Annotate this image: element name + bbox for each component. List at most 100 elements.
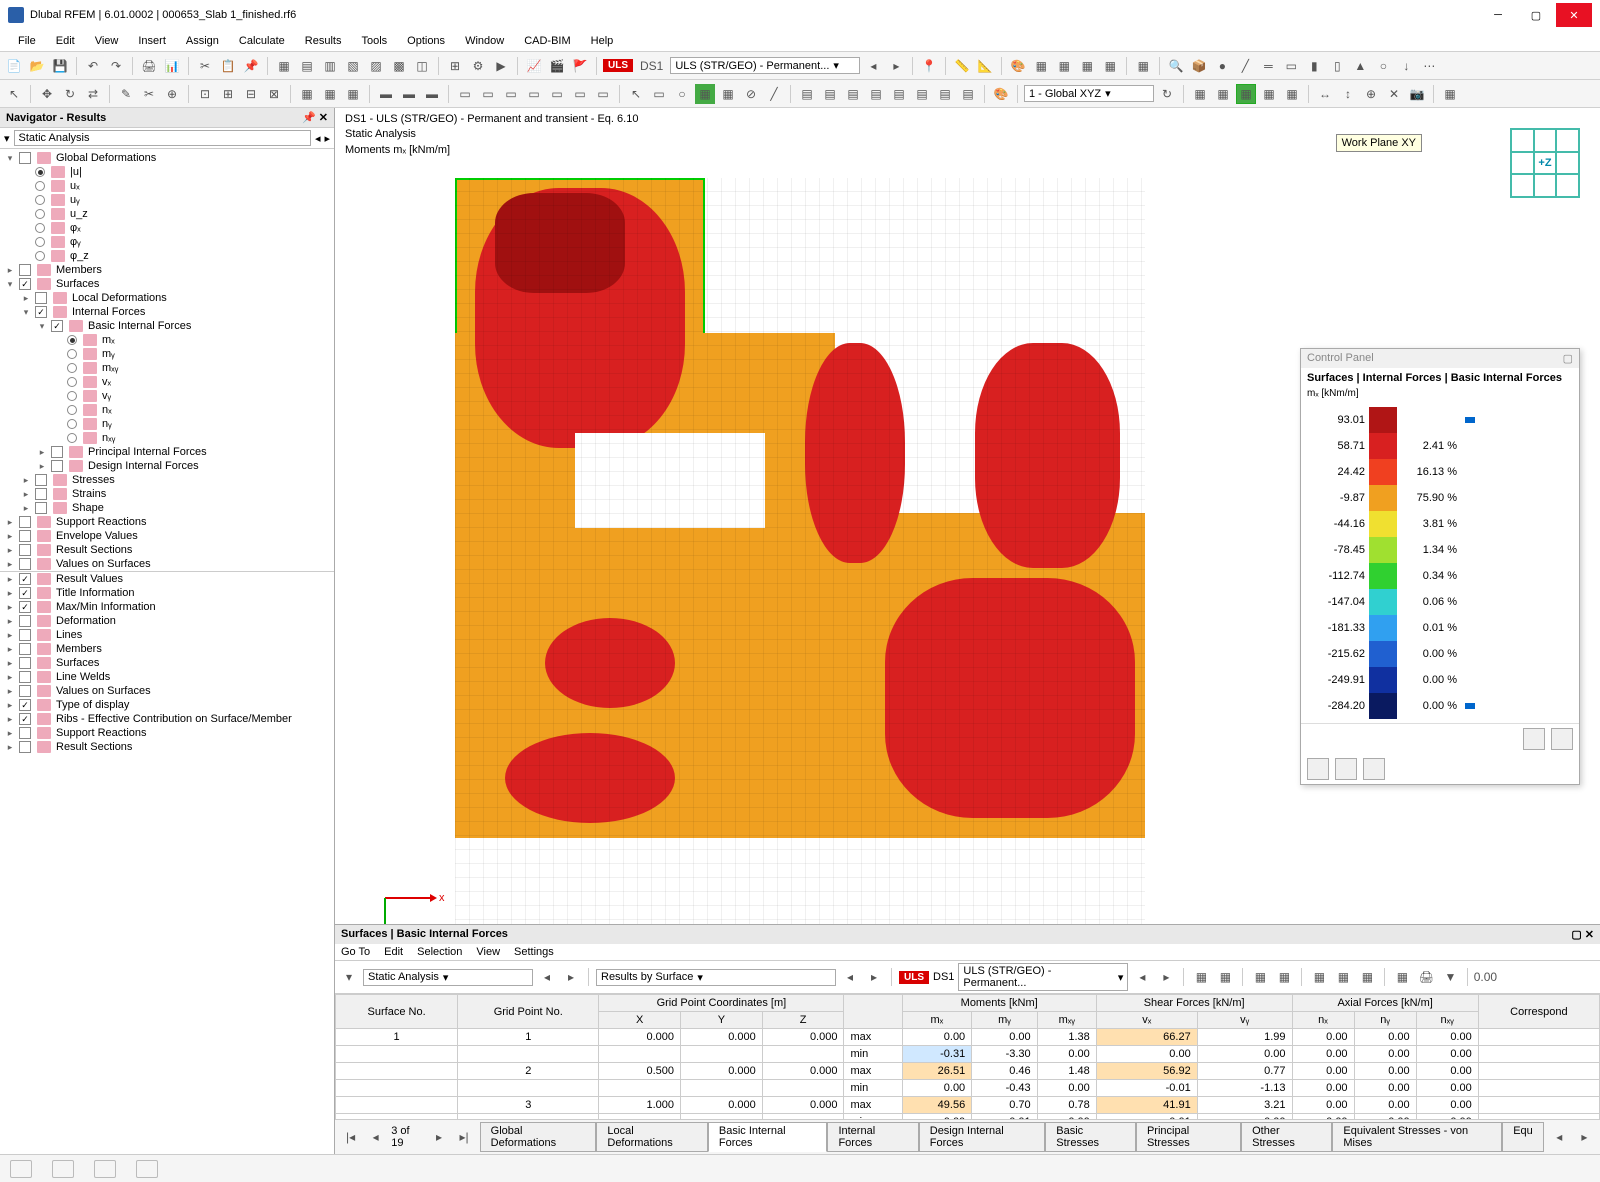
render5-icon[interactable]: ▦ (1100, 56, 1120, 76)
hinge-icon[interactable]: ○ (1373, 56, 1393, 76)
menu-options[interactable]: Options (397, 32, 455, 50)
tree-item[interactable]: vᵧ (0, 389, 334, 403)
tree-item[interactable]: nₓ (0, 403, 334, 417)
maximize-button[interactable]: ▢ (1518, 3, 1554, 27)
surf2-icon[interactable]: ▭ (478, 84, 498, 104)
tbl-i6-icon[interactable]: ▦ (1333, 967, 1353, 987)
tbl-i8-icon[interactable]: ▦ (1392, 967, 1412, 987)
edit3-icon[interactable]: ⊕ (162, 84, 182, 104)
w1-icon[interactable]: ▦ (1190, 84, 1210, 104)
surf6-icon[interactable]: ▭ (570, 84, 590, 104)
tree-item[interactable]: ▸Strains (0, 487, 334, 501)
tree-item[interactable]: ▸Members (0, 263, 334, 277)
tbl-i3-icon[interactable]: ▦ (1250, 967, 1270, 987)
cp-btn3[interactable] (1307, 758, 1329, 780)
surf4-icon[interactable]: ▭ (524, 84, 544, 104)
pin-icon[interactable]: 📍 (919, 56, 939, 76)
grid1-icon[interactable]: ▦ (297, 84, 317, 104)
ext1-icon[interactable]: ▤ (797, 84, 817, 104)
tree-item[interactable]: ▸Values on Surfaces (0, 684, 334, 698)
pin-icon[interactable]: 📌 (302, 112, 316, 124)
z1-icon[interactable]: ↔ (1315, 84, 1335, 104)
ext6-icon[interactable]: ▤ (912, 84, 932, 104)
surf7-icon[interactable]: ▭ (593, 84, 613, 104)
grid3-icon[interactable]: ▦ (343, 84, 363, 104)
tree-item[interactable]: nᵧ (0, 417, 334, 431)
tree-item[interactable]: ▸Lines (0, 628, 334, 642)
w4-icon[interactable]: ▦ (1259, 84, 1279, 104)
pick4-icon[interactable]: ▦ (695, 84, 715, 104)
ext7-icon[interactable]: ▤ (935, 84, 955, 104)
nav-next-icon[interactable]: ▸ (324, 132, 330, 145)
cp-btn4[interactable] (1335, 758, 1357, 780)
tbl-results-combo[interactable]: Results by Surface▾ (596, 969, 836, 986)
tree-item[interactable]: ▸Principal Internal Forces (0, 445, 334, 459)
tree-item[interactable]: uᵧ (0, 193, 334, 207)
tbl-dd-icon[interactable]: ▾ (339, 967, 359, 987)
calc-icon[interactable]: 📊 (162, 56, 182, 76)
tbl-menu-view[interactable]: View (476, 946, 500, 958)
ext5-icon[interactable]: ▤ (889, 84, 909, 104)
cp-btn1[interactable] (1523, 728, 1545, 750)
load-combo[interactable]: ULS (STR/GEO) - Permanent...▾ (670, 57, 860, 74)
tree-item[interactable]: ▸Type of display (0, 698, 334, 712)
surf1-icon[interactable]: ▭ (455, 84, 475, 104)
tbl-next2-icon[interactable]: ▸ (864, 967, 884, 987)
tree-item[interactable]: ▸Title Information (0, 586, 334, 600)
tbl-i5-icon[interactable]: ▦ (1309, 967, 1329, 987)
solid-icon[interactable]: ▮ (1304, 56, 1324, 76)
cube-icon[interactable]: 📦 (1189, 56, 1209, 76)
tree-item[interactable]: uₓ (0, 179, 334, 193)
display-icon[interactable]: ▦ (1133, 56, 1153, 76)
undo-icon[interactable]: ↶ (83, 56, 103, 76)
tbl-analysis-combo[interactable]: Static Analysis▾ (363, 969, 533, 986)
ext4-icon[interactable]: ▤ (866, 84, 886, 104)
anim-icon[interactable]: 🎬 (547, 56, 567, 76)
tbl-next3-icon[interactable]: ▸ (1156, 967, 1176, 987)
sec3-icon[interactable]: ▬ (422, 84, 442, 104)
tbl-menu-go-to[interactable]: Go To (341, 946, 370, 958)
menu-results[interactable]: Results (295, 32, 352, 50)
tbl-prev2-icon[interactable]: ◂ (840, 967, 860, 987)
tbl-i9-icon[interactable]: 🖨 (1416, 967, 1436, 987)
scroll-left-icon[interactable]: ◂ (1550, 1127, 1569, 1147)
tree-item[interactable]: ▸Line Welds (0, 670, 334, 684)
line-icon[interactable]: ╱ (1235, 56, 1255, 76)
tree-item[interactable]: ▸Result Values (0, 572, 334, 586)
search-icon[interactable]: 🔍 (1166, 56, 1186, 76)
prev-page-icon[interactable]: ◂ (366, 1127, 385, 1147)
tree-item[interactable]: φ_z (0, 249, 334, 263)
z2-icon[interactable]: ↕ (1338, 84, 1358, 104)
table-tab[interactable]: Local Deformations (596, 1122, 708, 1152)
mirror-icon[interactable]: ⇄ (83, 84, 103, 104)
w2-icon[interactable]: ▦ (1213, 84, 1233, 104)
scroll-right-icon[interactable]: ▸ (1575, 1127, 1594, 1147)
tree-item[interactable]: ▸Max/Min Information (0, 600, 334, 614)
calc2-icon[interactable]: ⚙ (468, 56, 488, 76)
sec2-icon[interactable]: ▬ (399, 84, 419, 104)
view2-icon[interactable]: ▤ (297, 56, 317, 76)
tree-item[interactable]: ▸Stresses (0, 473, 334, 487)
view-compass[interactable]: +Z (1510, 128, 1580, 198)
status-btn4[interactable] (136, 1160, 158, 1178)
table-tab[interactable]: Basic Stresses (1045, 1122, 1136, 1152)
tbl-next1-icon[interactable]: ▸ (561, 967, 581, 987)
tree-item[interactable]: ▸Members (0, 642, 334, 656)
view5-icon[interactable]: ▨ (366, 56, 386, 76)
table-tab[interactable]: Equ (1502, 1122, 1544, 1152)
tbl-menu-edit[interactable]: Edit (384, 946, 403, 958)
table-tab[interactable]: Basic Internal Forces (708, 1122, 828, 1152)
tree-item[interactable]: ▸Result Sections (0, 543, 334, 557)
tree-item[interactable]: ▾Basic Internal Forces (0, 319, 334, 333)
new-icon[interactable]: 📄 (4, 56, 24, 76)
grid2-icon[interactable]: ▦ (320, 84, 340, 104)
snap4-icon[interactable]: ⊠ (264, 84, 284, 104)
tree-item[interactable]: nₓᵧ (0, 431, 334, 445)
tbl-i10-icon[interactable]: ▼ (1440, 967, 1460, 987)
tbl-i11-icon[interactable]: 0.00 (1475, 967, 1495, 987)
dim-icon[interactable]: 📐 (975, 56, 995, 76)
tree-item[interactable]: ▸Support Reactions (0, 726, 334, 740)
tree-item[interactable]: ▸Ribs - Effective Contribution on Surfac… (0, 712, 334, 726)
support-icon[interactable]: ▲ (1350, 56, 1370, 76)
next-page-icon[interactable]: ▸ (429, 1127, 448, 1147)
